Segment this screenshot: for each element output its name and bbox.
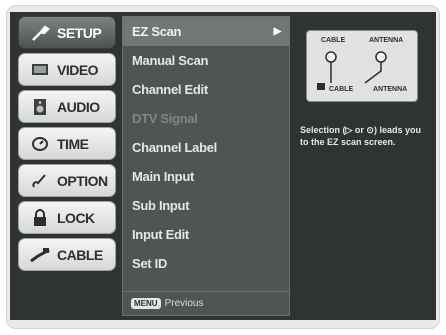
tab-label: LOCK <box>57 209 95 226</box>
menu-item-channel-edit[interactable]: Channel Edit <box>123 75 289 104</box>
menu-item-channel-label[interactable]: Channel Label <box>123 133 289 162</box>
tab-lock[interactable]: LOCK <box>18 201 116 234</box>
menu-footer: MENU Previous <box>123 291 289 315</box>
info-panel: CABLE ANTENNA CABLE ANTENNA Selection (▷… <box>294 16 430 314</box>
diagram-bottom-right-label: ANTENNA <box>373 86 408 93</box>
menu-item-label: Main Input <box>132 169 194 184</box>
tab-audio[interactable]: AUDIO <box>18 90 116 123</box>
tab-time[interactable]: TIME <box>18 127 116 160</box>
tab-label: TIME <box>57 135 89 152</box>
category-tabs: SETUP VIDEO AUDIO TIME OPTION LOCK CABLE <box>18 16 116 275</box>
submenu-arrow-icon: ▶ <box>273 26 282 37</box>
help-text: Selection (▷ or ⊙) leads you to the EZ s… <box>300 125 421 147</box>
diagram-bottom-left-label: CABLE <box>329 86 354 93</box>
menu-item-label: Input Edit <box>132 227 189 242</box>
cable-icon <box>27 245 53 265</box>
menu-item-dtv-signal: DTV Signal <box>123 104 289 133</box>
menu-key-button[interactable]: MENU <box>131 298 161 309</box>
tab-label: CABLE <box>57 246 103 263</box>
tab-setup[interactable]: SETUP <box>18 16 116 49</box>
speaker-icon <box>27 97 53 117</box>
menu-item-set-id[interactable]: Set ID <box>123 249 289 278</box>
menu-item-label: Sub Input <box>132 198 190 213</box>
setup-screen: SETUP VIDEO AUDIO TIME OPTION LOCK CABLE… <box>10 12 436 320</box>
tab-label: AUDIO <box>57 98 100 115</box>
menu-item-label: EZ Scan <box>132 24 182 39</box>
menu-item-label: Channel Edit <box>132 82 208 97</box>
lock-icon <box>27 208 53 228</box>
menu-item-sub-input[interactable]: Sub Input <box>123 191 289 220</box>
menu-item-label: Set ID <box>132 256 168 271</box>
monitor-icon <box>27 60 53 80</box>
menu-item-main-input[interactable]: Main Input <box>123 162 289 191</box>
menu-item-input-edit[interactable]: Input Edit <box>123 220 289 249</box>
menu-item-label: Channel Label <box>132 140 217 155</box>
tab-label: VIDEO <box>57 61 99 78</box>
tab-cable[interactable]: CABLE <box>18 238 116 271</box>
menu-item-label: DTV Signal <box>132 111 198 126</box>
setup-menu: EZ Scan ▶ Manual Scan Channel Edit DTV S… <box>122 16 290 316</box>
wrench-icon <box>27 23 53 43</box>
menu-item-manual-scan[interactable]: Manual Scan <box>123 46 289 75</box>
tab-video[interactable]: VIDEO <box>18 53 116 86</box>
tab-option[interactable]: OPTION <box>18 164 116 197</box>
tab-label: SETUP <box>57 24 102 41</box>
menu-item-label: Manual Scan <box>132 53 209 68</box>
tab-label: OPTION <box>57 172 108 189</box>
menu-item-ez-scan[interactable]: EZ Scan ▶ <box>123 17 289 46</box>
connection-diagram: CABLE ANTENNA CABLE ANTENNA <box>306 30 418 102</box>
clock-icon <box>27 134 53 154</box>
option-icon <box>27 171 53 191</box>
footer-previous-label: Previous <box>164 298 204 309</box>
